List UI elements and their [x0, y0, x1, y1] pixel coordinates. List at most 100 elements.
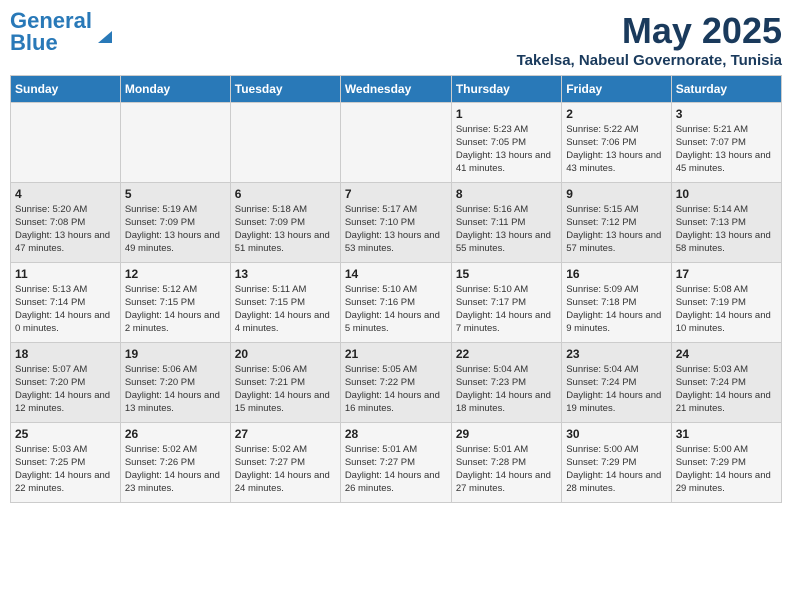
weekday-header-monday: Monday	[120, 76, 230, 103]
cell-info: Sunrise: 5:16 AM Sunset: 7:11 PM Dayligh…	[456, 204, 557, 255]
calendar-cell: 12 Sunrise: 5:12 AM Sunset: 7:15 PM Dayli…	[120, 263, 230, 343]
title-section: May 2025 Takelsa, Nabeul Governorate, Tu…	[517, 10, 782, 69]
calendar-cell	[340, 103, 451, 183]
weekday-header-friday: Friday	[562, 76, 671, 103]
day-number: 11	[15, 266, 116, 282]
logo-blue: Blue	[10, 30, 58, 55]
calendar-cell: 25 Sunrise: 5:03 AM Sunset: 7:25 PM Dayli…	[11, 423, 121, 503]
calendar-cell: 2 Sunrise: 5:22 AM Sunset: 7:06 PM Daylig…	[562, 103, 671, 183]
day-number: 30	[566, 426, 666, 442]
calendar-cell: 27 Sunrise: 5:02 AM Sunset: 7:27 PM Dayli…	[230, 423, 340, 503]
day-number: 28	[345, 426, 447, 442]
calendar-cell	[11, 103, 121, 183]
calendar-cell: 11 Sunrise: 5:13 AM Sunset: 7:14 PM Dayli…	[11, 263, 121, 343]
cell-info: Sunrise: 5:10 AM Sunset: 7:17 PM Dayligh…	[456, 284, 557, 335]
cell-info: Sunrise: 5:23 AM Sunset: 7:05 PM Dayligh…	[456, 124, 557, 175]
calendar-cell: 10 Sunrise: 5:14 AM Sunset: 7:13 PM Dayli…	[671, 183, 781, 263]
cell-info: Sunrise: 5:09 AM Sunset: 7:18 PM Dayligh…	[566, 284, 666, 335]
logo: General Blue	[10, 10, 112, 54]
calendar-cell: 29 Sunrise: 5:01 AM Sunset: 7:28 PM Dayli…	[451, 423, 561, 503]
location-title: Takelsa, Nabeul Governorate, Tunisia	[517, 52, 782, 69]
calendar-cell: 22Sunrise: 5:04 AM Sunset: 7:23 PM Dayli…	[451, 343, 561, 423]
day-number: 17	[676, 266, 777, 282]
day-number: 6	[235, 186, 336, 202]
cell-info: Sunrise: 5:03 AM Sunset: 7:24 PM Dayligh…	[676, 364, 777, 415]
weekday-header-wednesday: Wednesday	[340, 76, 451, 103]
calendar-cell: 26 Sunrise: 5:02 AM Sunset: 7:26 PM Dayli…	[120, 423, 230, 503]
calendar-cell	[120, 103, 230, 183]
calendar-cell: 30Sunrise: 5:00 AM Sunset: 7:29 PM Dayli…	[562, 423, 671, 503]
day-number: 8	[456, 186, 557, 202]
cell-info: Sunrise: 5:11 AM Sunset: 7:15 PM Dayligh…	[235, 284, 336, 335]
weekday-header-sunday: Sunday	[11, 76, 121, 103]
day-number: 16	[566, 266, 666, 282]
calendar-cell: 4 Sunrise: 5:20 AM Sunset: 7:08 PM Daylig…	[11, 183, 121, 263]
day-number: 4	[15, 186, 116, 202]
calendar-cell: 18Sunrise: 5:07 AM Sunset: 7:20 PM Dayli…	[11, 343, 121, 423]
cell-info: Sunrise: 5:13 AM Sunset: 7:14 PM Dayligh…	[15, 284, 116, 335]
weekday-header-thursday: Thursday	[451, 76, 561, 103]
cell-info: Sunrise: 5:21 AM Sunset: 7:07 PM Dayligh…	[676, 124, 777, 175]
cell-info: Sunrise: 5:01 AM Sunset: 7:28 PM Dayligh…	[456, 444, 557, 495]
cell-info: Sunrise: 5:22 AM Sunset: 7:06 PM Dayligh…	[566, 124, 666, 175]
day-number: 9	[566, 186, 666, 202]
day-number: 10	[676, 186, 777, 202]
cell-info: Sunrise: 5:20 AM Sunset: 7:08 PM Dayligh…	[15, 204, 116, 255]
day-number: 23	[566, 346, 666, 362]
cell-info: Sunrise: 5:19 AM Sunset: 7:09 PM Dayligh…	[125, 204, 226, 255]
page-header: General Blue May 2025 Takelsa, Nabeul Go…	[10, 10, 782, 69]
weekday-header-saturday: Saturday	[671, 76, 781, 103]
calendar-cell: 21Sunrise: 5:05 AM Sunset: 7:22 PM Dayli…	[340, 343, 451, 423]
cell-info: Sunrise: 5:03 AM Sunset: 7:25 PM Dayligh…	[15, 444, 116, 495]
calendar-cell: 19Sunrise: 5:06 AM Sunset: 7:20 PM Dayli…	[120, 343, 230, 423]
calendar-week-3: 11 Sunrise: 5:13 AM Sunset: 7:14 PM Dayli…	[11, 263, 782, 343]
cell-info: Sunrise: 5:02 AM Sunset: 7:26 PM Dayligh…	[125, 444, 226, 495]
cell-info: Sunrise: 5:01 AM Sunset: 7:27 PM Dayligh…	[345, 444, 447, 495]
calendar-cell: 31 Sunrise: 5:00 AM Sunset: 7:29 PM Dayli…	[671, 423, 781, 503]
cell-info: Sunrise: 5:10 AM Sunset: 7:16 PM Dayligh…	[345, 284, 447, 335]
calendar-body: 1Sunrise: 5:23 AM Sunset: 7:05 PM Daylig…	[11, 103, 782, 503]
day-number: 7	[345, 186, 447, 202]
day-number: 3	[676, 106, 777, 122]
month-title: May 2025	[517, 10, 782, 52]
calendar-header: SundayMondayTuesdayWednesdayThursdayFrid…	[11, 76, 782, 103]
calendar-cell: 23 Sunrise: 5:04 AM Sunset: 7:24 PM Dayli…	[562, 343, 671, 423]
day-number: 21	[345, 346, 447, 362]
day-number: 24	[676, 346, 777, 362]
calendar-cell: 17Sunrise: 5:08 AM Sunset: 7:19 PM Dayli…	[671, 263, 781, 343]
calendar-cell: 9Sunrise: 5:15 AM Sunset: 7:12 PM Daylig…	[562, 183, 671, 263]
calendar-table: SundayMondayTuesdayWednesdayThursdayFrid…	[10, 75, 782, 503]
calendar-cell: 5 Sunrise: 5:19 AM Sunset: 7:09 PM Daylig…	[120, 183, 230, 263]
day-number: 25	[15, 426, 116, 442]
cell-info: Sunrise: 5:07 AM Sunset: 7:20 PM Dayligh…	[15, 364, 116, 415]
calendar-cell	[230, 103, 340, 183]
weekday-header-tuesday: Tuesday	[230, 76, 340, 103]
day-number: 13	[235, 266, 336, 282]
cell-info: Sunrise: 5:00 AM Sunset: 7:29 PM Dayligh…	[676, 444, 777, 495]
cell-info: Sunrise: 5:06 AM Sunset: 7:21 PM Dayligh…	[235, 364, 336, 415]
day-number: 12	[125, 266, 226, 282]
calendar-cell: 6Sunrise: 5:18 AM Sunset: 7:09 PM Daylig…	[230, 183, 340, 263]
calendar-week-1: 1Sunrise: 5:23 AM Sunset: 7:05 PM Daylig…	[11, 103, 782, 183]
calendar-cell: 13 Sunrise: 5:11 AM Sunset: 7:15 PM Dayli…	[230, 263, 340, 343]
calendar-week-2: 4 Sunrise: 5:20 AM Sunset: 7:08 PM Daylig…	[11, 183, 782, 263]
calendar-cell: 15Sunrise: 5:10 AM Sunset: 7:17 PM Dayli…	[451, 263, 561, 343]
calendar-cell: 16 Sunrise: 5:09 AM Sunset: 7:18 PM Dayli…	[562, 263, 671, 343]
calendar-cell: 14 Sunrise: 5:10 AM Sunset: 7:16 PM Dayli…	[340, 263, 451, 343]
day-number: 2	[566, 106, 666, 122]
cell-info: Sunrise: 5:04 AM Sunset: 7:24 PM Dayligh…	[566, 364, 666, 415]
day-number: 29	[456, 426, 557, 442]
day-number: 27	[235, 426, 336, 442]
weekday-row: SundayMondayTuesdayWednesdayThursdayFrid…	[11, 76, 782, 103]
calendar-week-4: 18Sunrise: 5:07 AM Sunset: 7:20 PM Dayli…	[11, 343, 782, 423]
cell-info: Sunrise: 5:02 AM Sunset: 7:27 PM Dayligh…	[235, 444, 336, 495]
day-number: 14	[345, 266, 447, 282]
day-number: 20	[235, 346, 336, 362]
day-number: 26	[125, 426, 226, 442]
day-number: 31	[676, 426, 777, 442]
cell-info: Sunrise: 5:12 AM Sunset: 7:15 PM Dayligh…	[125, 284, 226, 335]
calendar-week-5: 25 Sunrise: 5:03 AM Sunset: 7:25 PM Dayli…	[11, 423, 782, 503]
logo-text: General Blue	[10, 10, 92, 54]
cell-info: Sunrise: 5:14 AM Sunset: 7:13 PM Dayligh…	[676, 204, 777, 255]
day-number: 5	[125, 186, 226, 202]
